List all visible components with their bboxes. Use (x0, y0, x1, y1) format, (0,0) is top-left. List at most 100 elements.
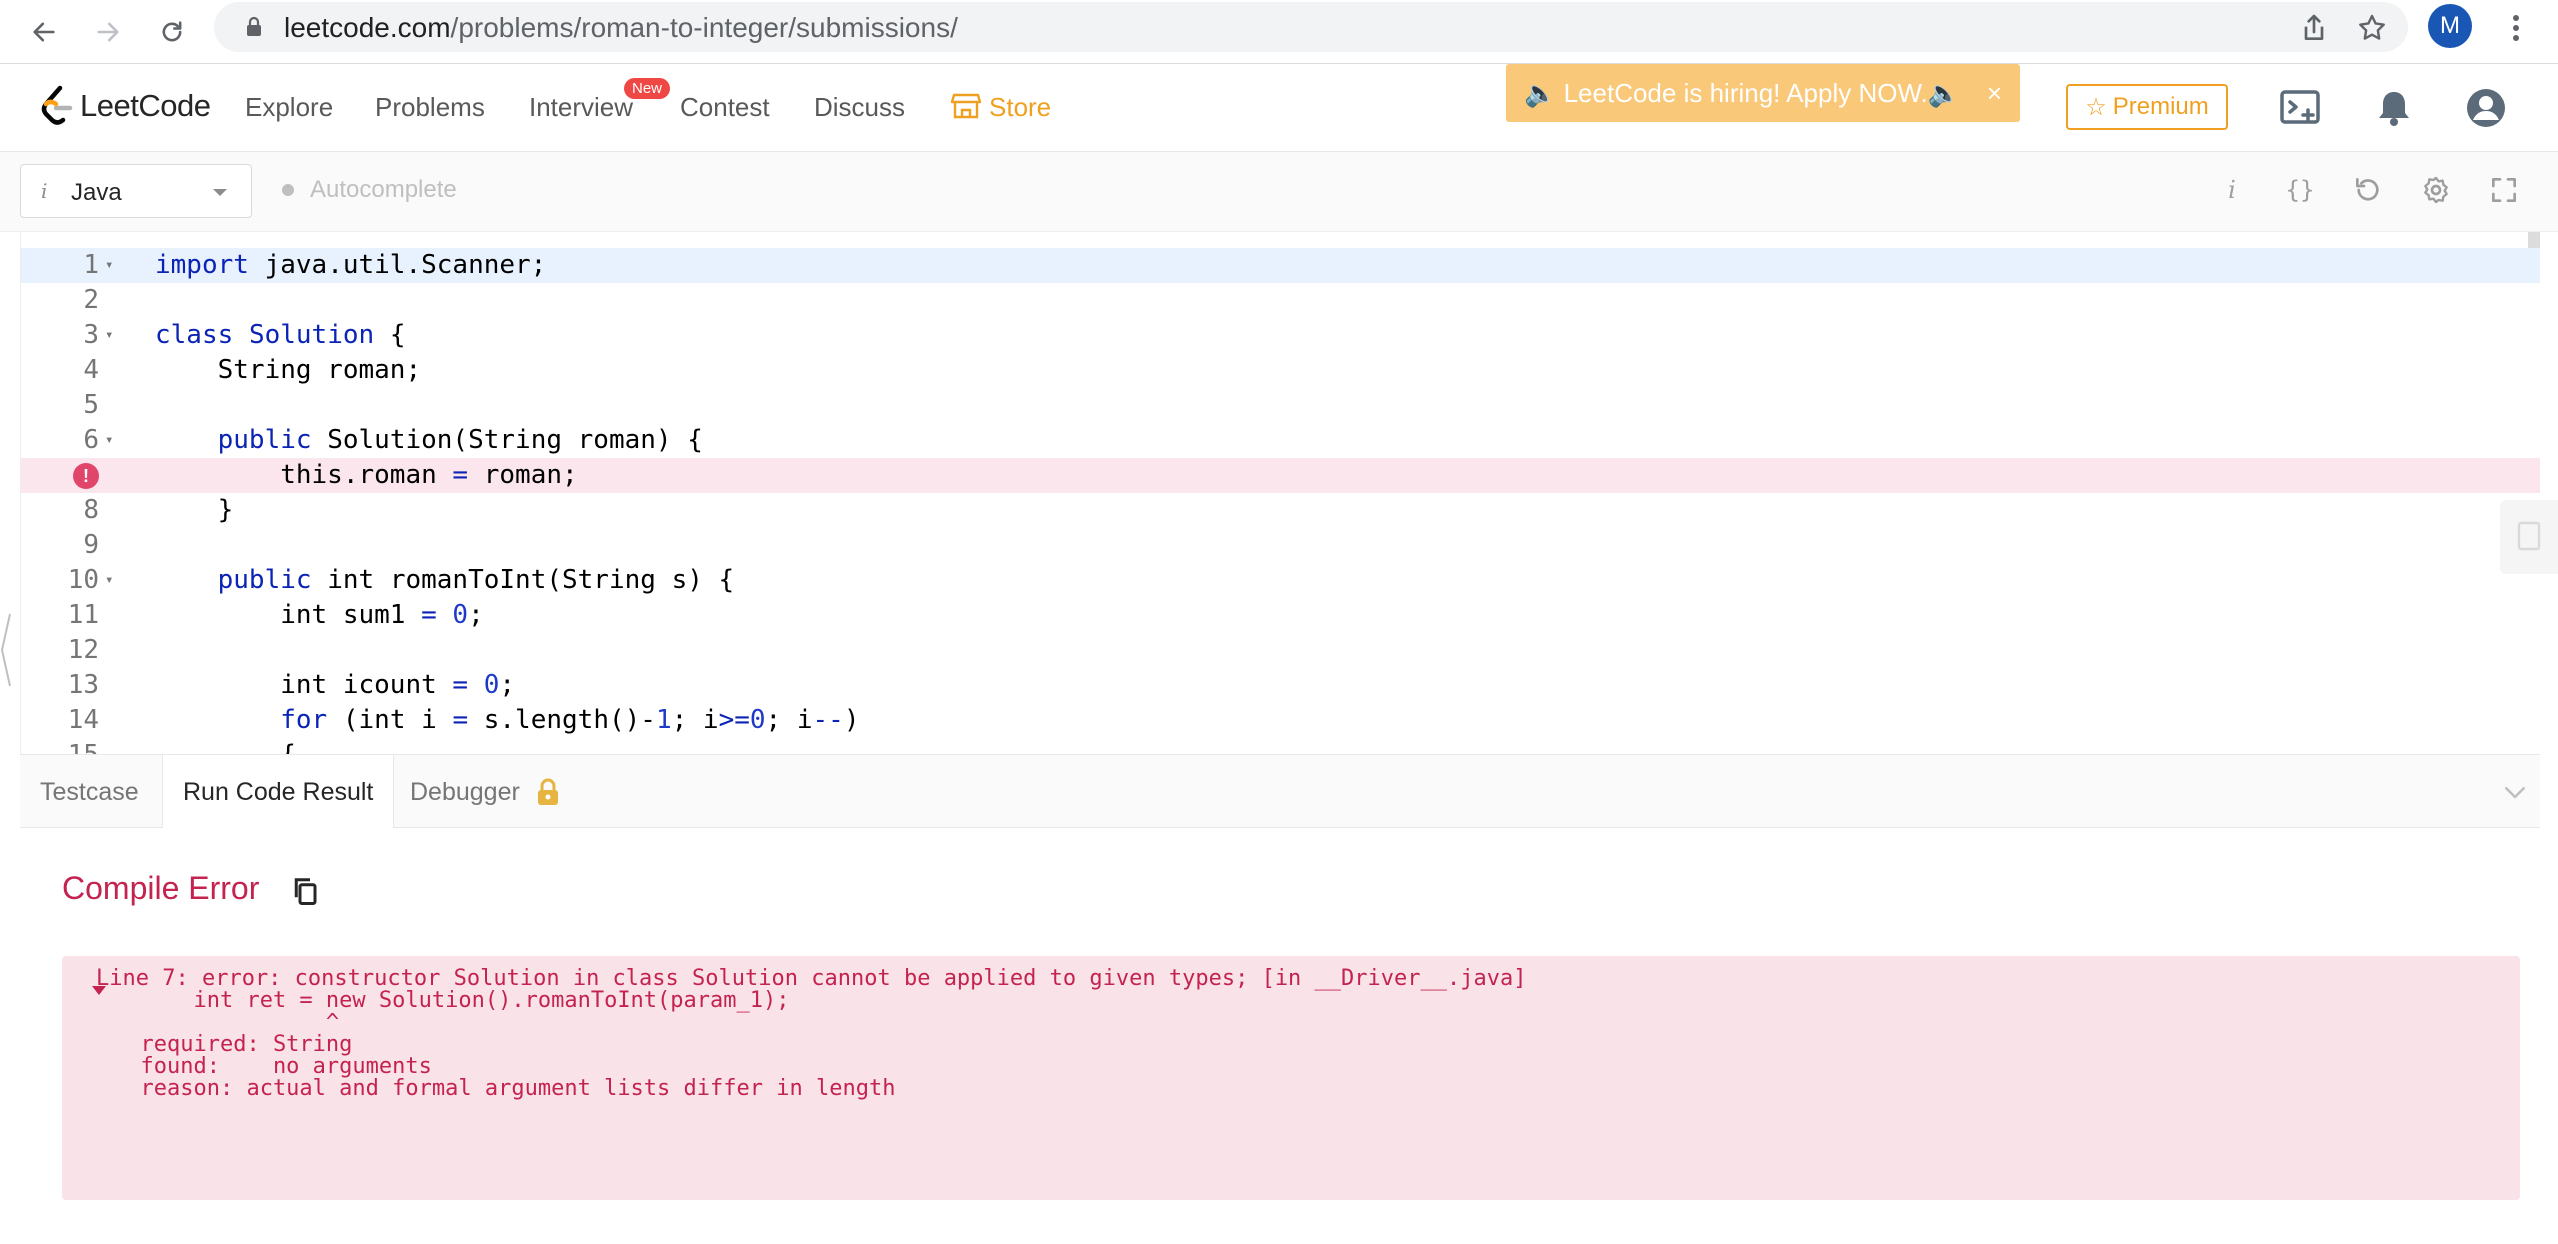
code-line[interactable]: 14 for (int i = s.length()-1; i>=0; i--) (21, 703, 2540, 738)
code-line[interactable]: 11 int sum1 = 0; (21, 598, 2540, 633)
code-line[interactable]: 5 (21, 388, 2540, 423)
code-text: { (155, 738, 296, 754)
profile-avatar[interactable]: M (2428, 4, 2472, 48)
settings-gear-icon[interactable] (2420, 174, 2452, 206)
url-text: leetcode.com/problems/roman-to-integer/s… (284, 12, 958, 44)
premium-button[interactable]: ☆ Premium (2066, 84, 2228, 130)
url-host: leetcode.com (284, 12, 451, 43)
line-number: 1 (83, 250, 99, 280)
star-icon: ☆ (2085, 93, 2107, 121)
code-text: for (int i = s.length()-1; i>=0; i--) (280, 705, 860, 735)
url-path: /problems/roman-to-integer/submissions/ (450, 12, 958, 43)
format-braces-icon[interactable]: {} (2284, 174, 2316, 206)
code-editor[interactable]: 1 ▾ import java.util.Scanner; 2 3 ▾ class Solu… (20, 232, 2540, 754)
code-text: public int romanToInt(String s) { (217, 565, 735, 595)
code-line[interactable]: 3 ▾ class Solution { (21, 318, 2540, 353)
playground-icon[interactable] (2276, 84, 2324, 132)
share-icon[interactable] (2298, 12, 2330, 44)
info-italic-icon[interactable]: i (2216, 174, 2248, 206)
line-number: 4 (83, 355, 99, 385)
side-panel-tab[interactable] (2500, 500, 2558, 574)
forward-button[interactable] (84, 8, 132, 56)
collapse-left-icon[interactable] (0, 610, 12, 690)
line-number: 5 (83, 390, 99, 420)
chevron-down-icon[interactable] (2500, 777, 2530, 807)
autocomplete-label: Autocomplete (310, 176, 457, 203)
new-badge: New (624, 78, 671, 99)
user-avatar-icon[interactable] (2462, 84, 2510, 132)
code-line[interactable]: 4 String roman; (21, 353, 2540, 388)
run-result-panel: Compile Error Line 7: error: constructor… (20, 828, 2540, 1244)
premium-label: Premium (2112, 93, 2209, 120)
nav-contest[interactable]: Contest (680, 92, 770, 123)
line-number: 14 (67, 705, 99, 735)
nav-store[interactable]: Store (989, 92, 1051, 123)
line-number: 15 (21, 738, 99, 754)
code-line[interactable]: 13 int icount = 0; (21, 668, 2540, 703)
site-navbar: LeetCode Explore Problems Interview New … (0, 64, 2558, 152)
info-icon: i (41, 179, 48, 203)
compile-error-title: Compile Error (62, 870, 260, 906)
copy-icon[interactable] (290, 876, 320, 906)
fullscreen-icon[interactable] (2488, 174, 2520, 206)
fold-toggle-icon[interactable]: ▾ (105, 248, 113, 283)
error-output: Line 7: error: constructor Solution in c… (62, 956, 2520, 1200)
code-line[interactable]: 1 ▾ import java.util.Scanner; (21, 248, 2540, 283)
nav-interview[interactable]: Interview (529, 92, 633, 123)
console-tabs: Testcase Run Code Result Debugger (20, 754, 2540, 830)
line-number: 8 (83, 495, 99, 525)
leetcode-logo[interactable]: LeetCode (38, 84, 211, 128)
fold-toggle-icon[interactable]: ▾ (105, 563, 113, 598)
code-text: this.roman = roman; (155, 460, 578, 490)
chevron-down-icon (213, 189, 227, 196)
line-number: 10 (67, 565, 99, 595)
language-select[interactable]: i Java (20, 164, 252, 218)
code-line[interactable]: 10 ▾ public int romanToInt(String s) { (21, 563, 2540, 598)
leetcode-logo-icon (41, 85, 73, 125)
reset-icon[interactable] (2352, 174, 2384, 206)
code-line[interactable]: 12 (21, 633, 2540, 668)
store-icon (951, 93, 981, 119)
arrow-right-icon (97, 22, 119, 42)
code-text: int sum1 = 0; (155, 600, 484, 630)
tab-debugger[interactable]: Debugger (390, 755, 582, 829)
line-number: 13 (67, 670, 99, 700)
bell-icon[interactable] (2370, 84, 2418, 132)
nav-discuss[interactable]: Discuss (814, 92, 905, 123)
autocomplete-dot-icon (282, 184, 294, 196)
nav-problems[interactable]: Problems (375, 92, 485, 123)
arrow-left-icon (33, 22, 55, 42)
fold-toggle-icon[interactable]: ▾ (105, 318, 113, 353)
code-line[interactable]: 9 (21, 528, 2540, 563)
error-line: reason: actual and formal argument lists… (114, 1076, 896, 1101)
line-number: 6 (83, 425, 99, 455)
code-line-error[interactable]: ! this.roman = roman; (21, 458, 2540, 493)
code-line[interactable]: 8 } (21, 493, 2540, 528)
tab-run-code-result[interactable]: Run Code Result (162, 755, 395, 830)
code-line[interactable]: 6 ▾ public Solution(String roman) { (21, 423, 2540, 458)
hiring-banner[interactable]: 🔈 LeetCode is hiring! Apply NOW.🔈 × (1506, 64, 2020, 122)
lock-icon (247, 16, 261, 36)
bookmark-star-icon[interactable] (2356, 12, 2388, 44)
code-text: String roman; (155, 355, 422, 385)
address-bar[interactable]: leetcode.com/problems/roman-to-integer/s… (214, 2, 2408, 52)
line-number: 11 (67, 600, 99, 630)
code-text: public Solution(String roman) { (217, 425, 703, 455)
browser-toolbar: leetcode.com/problems/roman-to-integer/s… (0, 0, 2558, 64)
nav-explore[interactable]: Explore (245, 92, 333, 123)
line-number: 2 (83, 285, 99, 315)
tab-testcase[interactable]: Testcase (20, 755, 159, 829)
code-text: int icount = 0; (155, 670, 516, 700)
code-line[interactable]: 2 (21, 283, 2540, 318)
back-button[interactable] (20, 8, 68, 56)
autocomplete-toggle[interactable]: Autocomplete (282, 176, 457, 204)
reload-icon (162, 21, 182, 42)
line-number: 3 (83, 320, 99, 350)
code-line[interactable]: 15 { (21, 738, 2540, 754)
kebab-menu-icon[interactable] (2512, 14, 2520, 42)
close-banner-button[interactable]: × (1987, 78, 2002, 109)
reload-button[interactable] (148, 8, 196, 56)
error-marker-icon[interactable]: ! (73, 463, 99, 489)
line-number: 9 (83, 530, 99, 560)
fold-toggle-icon[interactable]: ▾ (105, 423, 113, 458)
